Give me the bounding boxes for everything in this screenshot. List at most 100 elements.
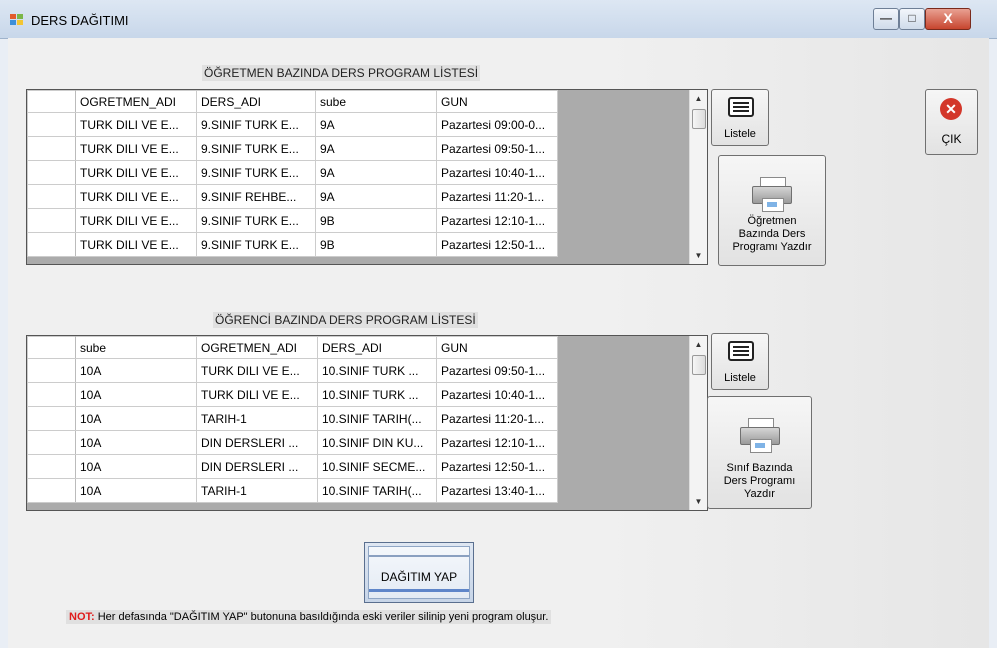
column-header[interactable]: sube — [315, 90, 437, 113]
scroll-down-arrow-icon[interactable]: ▼ — [690, 247, 707, 264]
row-header[interactable] — [27, 136, 76, 161]
table-cell[interactable]: Pazartesi 10:40-1... — [436, 382, 558, 407]
column-header[interactable]: GUN — [436, 90, 558, 113]
table-cell[interactable]: 10A — [75, 358, 197, 383]
table-cell[interactable]: 9.SINIF TURK E... — [196, 232, 316, 257]
table-cell[interactable]: DIN DERSLERI ... — [196, 430, 318, 455]
minimize-button[interactable]: — — [873, 8, 899, 30]
column-header[interactable]: DERS_ADI — [317, 336, 437, 359]
column-header[interactable]: OGRETMEN_ADI — [75, 90, 197, 113]
maximize-button[interactable]: □ — [899, 8, 925, 30]
column-header[interactable]: sube — [75, 336, 197, 359]
row-header[interactable] — [27, 358, 76, 383]
scroll-down-arrow-icon[interactable]: ▼ — [690, 493, 707, 510]
row-header[interactable] — [27, 160, 76, 185]
table-cell[interactable]: TARIH-1 — [196, 478, 318, 503]
table-row[interactable]: TURK DILI VE E... 9.SINIF TURK E... 9A P… — [27, 112, 558, 137]
table-cell[interactable]: DIN DERSLERI ... — [196, 454, 318, 479]
table-row[interactable]: 10A TARIH-1 10.SINIF TARIH(... Pazartesi… — [27, 406, 558, 431]
teacher-print-button[interactable]: Öğretmen Bazında Ders Programı Yazdır — [718, 155, 826, 266]
table-cell[interactable]: 10A — [75, 478, 197, 503]
table-cell[interactable]: Pazartesi 09:00-0... — [436, 112, 558, 137]
exit-button[interactable]: ✕ ÇIK — [925, 89, 978, 155]
row-header[interactable] — [27, 232, 76, 257]
column-header[interactable]: DERS_ADI — [196, 90, 316, 113]
student-schedule-grid[interactable]: sube OGRETMEN_ADI DERS_ADI GUN 10A TURK … — [26, 335, 708, 511]
table-cell[interactable]: Pazartesi 11:20-1... — [436, 184, 558, 209]
distribute-button[interactable]: DAĞITIM YAP — [364, 542, 474, 603]
row-header[interactable] — [27, 406, 76, 431]
table-cell[interactable]: Pazartesi 12:50-1... — [436, 454, 558, 479]
table-cell[interactable]: TURK DILI VE E... — [75, 232, 197, 257]
table-row[interactable]: 10A DIN DERSLERI ... 10.SINIF SECME... P… — [27, 454, 558, 479]
table-row[interactable]: TURK DILI VE E... 9.SINIF TURK E... 9A P… — [27, 136, 558, 161]
close-window-button[interactable]: X — [925, 8, 971, 30]
table-cell[interactable]: 9A — [315, 160, 437, 185]
table-cell[interactable]: TURK DILI VE E... — [196, 358, 318, 383]
table-row[interactable]: TURK DILI VE E... 9.SINIF REHBE... 9A Pa… — [27, 184, 558, 209]
teacher-list-button[interactable]: Listele — [711, 89, 769, 146]
table-cell[interactable]: 9.SINIF TURK E... — [196, 136, 316, 161]
row-header[interactable] — [27, 208, 76, 233]
table-cell[interactable]: 9B — [315, 208, 437, 233]
table-cell[interactable]: 9.SINIF TURK E... — [196, 208, 316, 233]
table-cell[interactable]: 9.SINIF TURK E... — [196, 112, 316, 137]
button-label: Sınıf Bazında Ders Programı Yazdır — [723, 462, 796, 500]
table-cell[interactable]: 10A — [75, 406, 197, 431]
student-print-button[interactable]: Sınıf Bazında Ders Programı Yazdır — [707, 396, 812, 509]
table-cell[interactable]: 10A — [75, 430, 197, 455]
row-header[interactable] — [27, 112, 76, 137]
row-header[interactable] — [27, 382, 76, 407]
row-header[interactable] — [27, 184, 76, 209]
table-cell[interactable]: 9A — [315, 136, 437, 161]
table-cell[interactable]: TURK DILI VE E... — [75, 160, 197, 185]
table-cell[interactable]: 10.SINIF TARIH(... — [317, 406, 437, 431]
vertical-scrollbar[interactable]: ▲ ▼ — [689, 90, 707, 264]
table-cell[interactable]: 10.SINIF SECME... — [317, 454, 437, 479]
scroll-thumb[interactable] — [692, 355, 706, 375]
table-row[interactable]: 10A TARIH-1 10.SINIF TARIH(... Pazartesi… — [27, 478, 558, 503]
table-cell[interactable]: Pazartesi 12:10-1... — [436, 430, 558, 455]
row-header[interactable] — [27, 454, 76, 479]
table-cell[interactable]: Pazartesi 11:20-1... — [436, 406, 558, 431]
table-cell[interactable]: TURK DILI VE E... — [75, 136, 197, 161]
table-cell[interactable]: 9B — [315, 232, 437, 257]
table-cell[interactable]: TARIH-1 — [196, 406, 318, 431]
table-cell[interactable]: Pazartesi 13:40-1... — [436, 478, 558, 503]
table-cell[interactable]: Pazartesi 12:10-1... — [436, 208, 558, 233]
table-row[interactable]: 10A TURK DILI VE E... 10.SINIF TURK ... … — [27, 358, 558, 383]
table-row[interactable]: TURK DILI VE E... 9.SINIF TURK E... 9B P… — [27, 208, 558, 233]
table-cell[interactable]: 9.SINIF REHBE... — [196, 184, 316, 209]
teacher-schedule-grid[interactable]: OGRETMEN_ADI DERS_ADI sube GUN TURK DILI… — [26, 89, 708, 265]
scroll-thumb[interactable] — [692, 109, 706, 129]
column-header[interactable]: GUN — [436, 336, 558, 359]
table-cell[interactable]: 9A — [315, 112, 437, 137]
vertical-scrollbar[interactable]: ▲ ▼ — [689, 336, 707, 510]
table-cell[interactable]: TURK DILI VE E... — [75, 208, 197, 233]
row-header[interactable] — [27, 430, 76, 455]
table-cell[interactable]: Pazartesi 09:50-1... — [436, 358, 558, 383]
table-cell[interactable]: TURK DILI VE E... — [75, 112, 197, 137]
table-cell[interactable]: 9.SINIF TURK E... — [196, 160, 316, 185]
table-cell[interactable]: 10.SINIF TURK ... — [317, 382, 437, 407]
table-row[interactable]: TURK DILI VE E... 9.SINIF TURK E... 9B P… — [27, 232, 558, 257]
student-list-button[interactable]: Listele — [711, 333, 769, 390]
table-cell[interactable]: Pazartesi 12:50-1... — [436, 232, 558, 257]
table-cell[interactable]: Pazartesi 09:50-1... — [436, 136, 558, 161]
scroll-up-arrow-icon[interactable]: ▲ — [690, 336, 707, 353]
table-row[interactable]: 10A DIN DERSLERI ... 10.SINIF DIN KU... … — [27, 430, 558, 455]
table-row[interactable]: TURK DILI VE E... 9.SINIF TURK E... 9A P… — [27, 160, 558, 185]
table-cell[interactable]: 10A — [75, 382, 197, 407]
table-cell[interactable]: TURK DILI VE E... — [196, 382, 318, 407]
table-cell[interactable]: 9A — [315, 184, 437, 209]
table-cell[interactable]: TURK DILI VE E... — [75, 184, 197, 209]
table-cell[interactable]: 10.SINIF DIN KU... — [317, 430, 437, 455]
table-cell[interactable]: 10.SINIF TARIH(... — [317, 478, 437, 503]
table-cell[interactable]: Pazartesi 10:40-1... — [436, 160, 558, 185]
row-header[interactable] — [27, 478, 76, 503]
scroll-up-arrow-icon[interactable]: ▲ — [690, 90, 707, 107]
table-row[interactable]: 10A TURK DILI VE E... 10.SINIF TURK ... … — [27, 382, 558, 407]
column-header[interactable]: OGRETMEN_ADI — [196, 336, 318, 359]
table-cell[interactable]: 10.SINIF TURK ... — [317, 358, 437, 383]
table-cell[interactable]: 10A — [75, 454, 197, 479]
